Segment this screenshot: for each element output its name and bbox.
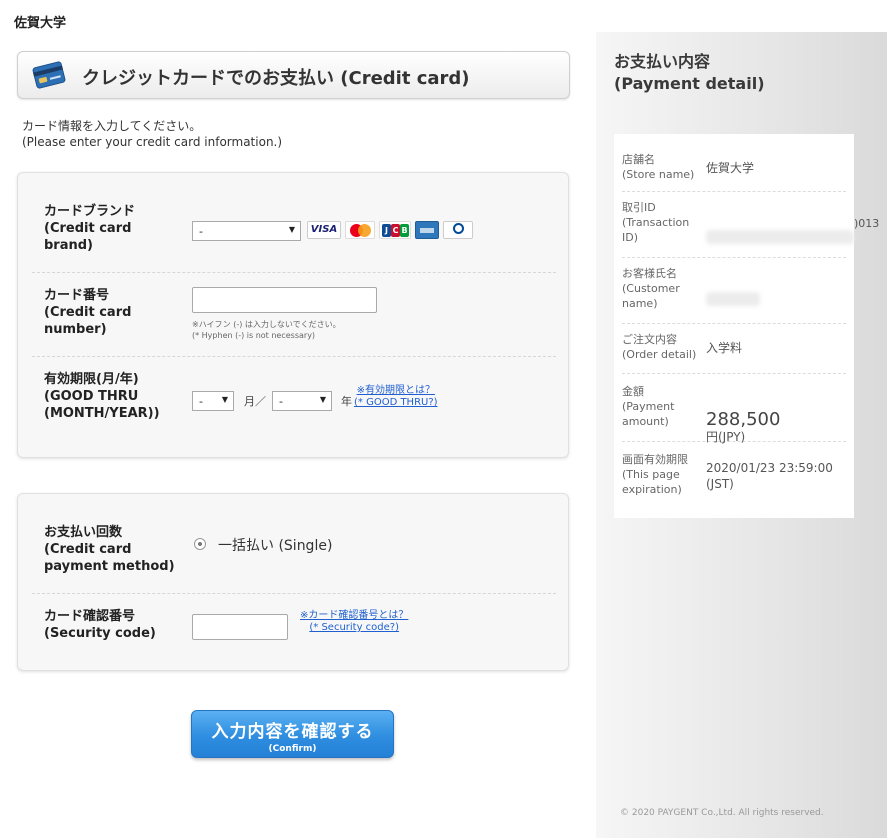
card-number-label: カード番号 (Credit card number) — [44, 288, 132, 337]
detail-label: 画面有効期限 (This page expiration) — [622, 453, 688, 496]
detail-value-masked — [706, 214, 854, 248]
detail-label: お客様氏名 (Customer name) — [622, 267, 680, 310]
single-payment-radio[interactable] — [194, 538, 206, 550]
year-unit-label: 年 — [341, 395, 352, 408]
payment-method-panel: お支払い回数 (Credit card payment method) 一括払い… — [17, 493, 569, 671]
credit-card-icon — [32, 61, 66, 89]
expiry-row: 有効期限(月/年) (GOOD THRU (MONTH/YEAR)) - ▼ 月… — [32, 357, 556, 447]
payment-detail-table: 店舗名 (Store name) 佐賀大学 取引ID (Transaction … — [614, 134, 879, 518]
site-title: 佐賀大学 — [14, 16, 67, 31]
visa-logo-icon: VISA — [307, 221, 341, 239]
payment-count-row: お支払い回数 (Credit card payment method) 一括払い… — [32, 508, 556, 594]
expiry-year-value: - — [279, 395, 283, 408]
chevron-down-icon: ▼ — [221, 395, 228, 404]
detail-row-expiration: 画面有効期限 (This page expiration) 2020/01/23… — [622, 442, 846, 510]
card-number-note: ※ハイフン (-) は入力しないでください。 (* Hyphen (-) is … — [192, 320, 341, 340]
detail-row-amount: 金額 (Payment amount) 288,500 円(JPY) — [622, 374, 846, 445]
detail-value-masked — [706, 276, 760, 310]
payment-method-title: クレジットカードでのお支払い (Credit card) — [82, 68, 470, 89]
detail-value: 2020/01/23 23:59:00 (JST) — [706, 461, 833, 491]
detail-label: ご注文内容 (Order detail) — [622, 333, 697, 361]
redacted-block — [706, 292, 760, 306]
card-number-row: カード番号 (Credit card number) ※ハイフン (-) は入力… — [32, 273, 556, 357]
card-brand-row: カードブランド (Credit card brand) - ▼ VISA JCB — [32, 189, 556, 273]
detail-label: 店舗名 (Store name) — [622, 153, 695, 181]
intro-line-ja: カード情報を入力してください。 — [22, 119, 202, 133]
expiry-month-value: - — [199, 395, 203, 408]
payment-count-label: お支払い回数 (Credit card payment method) — [44, 525, 175, 574]
detail-label: 金額 (Payment amount) — [622, 385, 675, 428]
single-payment-label: 一括払い (Single) — [218, 538, 333, 554]
payment-detail-title-en: (Payment detail) — [614, 74, 765, 93]
card-brand-label: カードブランド (Credit card brand) — [44, 204, 136, 253]
diners-club-logo-icon — [443, 221, 473, 239]
redacted-block — [706, 230, 854, 244]
detail-row-transaction-id: 取引ID (Transaction ID) )013 — [622, 192, 879, 258]
amex-logo-icon — [415, 221, 439, 239]
expiry-label: 有効期限(月/年) (GOOD THRU (MONTH/YEAR)) — [44, 372, 160, 421]
security-code-label: カード確認番号 (Security code) — [44, 609, 156, 641]
security-code-row: カード確認番号 (Security code) ※カード確認番号とは？ (* S… — [32, 594, 556, 660]
card-brand-select[interactable]: - ▼ — [192, 221, 301, 241]
month-unit-label: 月／ — [244, 395, 266, 408]
detail-row-store: 店舗名 (Store name) 佐賀大学 — [622, 144, 846, 192]
intro-text: カード情報を入力してください。 (Please enter your credi… — [22, 118, 282, 150]
payment-detail-title: お支払い内容 (Payment detail) — [614, 51, 765, 95]
amount-number: 288,500 — [706, 409, 781, 430]
card-brand-logos: VISA JCB — [307, 221, 477, 241]
jcb-logo-icon: JCB — [379, 221, 411, 239]
detail-value: 入学料 — [706, 341, 743, 355]
detail-row-customer: お客様氏名 (Customer name) — [622, 258, 846, 324]
intro-line-en: (Please enter your credit card informati… — [22, 135, 283, 149]
mastercard-logo-icon — [345, 221, 375, 239]
amount-value: 288,500 円(JPY) — [706, 396, 780, 445]
expiry-month-select[interactable]: - ▼ — [192, 391, 234, 411]
chevron-down-icon: ▼ — [319, 395, 326, 404]
chevron-down-icon: ▼ — [288, 225, 295, 234]
payment-method-header: クレジットカードでのお支払い (Credit card) — [17, 51, 570, 99]
confirm-button-sub: (Confirm) — [268, 744, 317, 754]
expiry-year-select[interactable]: - ▼ — [272, 391, 332, 411]
payment-detail-title-ja: お支払い内容 — [614, 52, 711, 71]
security-code-input[interactable] — [192, 614, 288, 640]
good-thru-help-link[interactable]: ※有効期限とは？ (* GOOD THRU?) — [354, 385, 438, 409]
detail-row-order: ご注文内容 (Order detail) 入学料 — [622, 324, 846, 374]
security-code-help-link[interactable]: ※カード確認番号とは？ (* Security code?) — [300, 610, 408, 634]
detail-value: )013 — [854, 217, 880, 230]
detail-label: 取引ID (Transaction ID) — [622, 201, 690, 244]
confirm-button-label: 入力内容を確認する — [211, 722, 374, 742]
card-info-panel: カードブランド (Credit card brand) - ▼ VISA JCB… — [17, 172, 569, 458]
detail-value: 佐賀大学 — [706, 161, 755, 175]
copyright-footer: © 2020 PAYGENT Co.,Ltd. All rights reser… — [620, 808, 824, 818]
confirm-button[interactable]: 入力内容を確認する (Confirm) — [191, 710, 394, 758]
card-number-input[interactable] — [192, 287, 377, 313]
card-brand-select-value: - — [199, 225, 203, 238]
